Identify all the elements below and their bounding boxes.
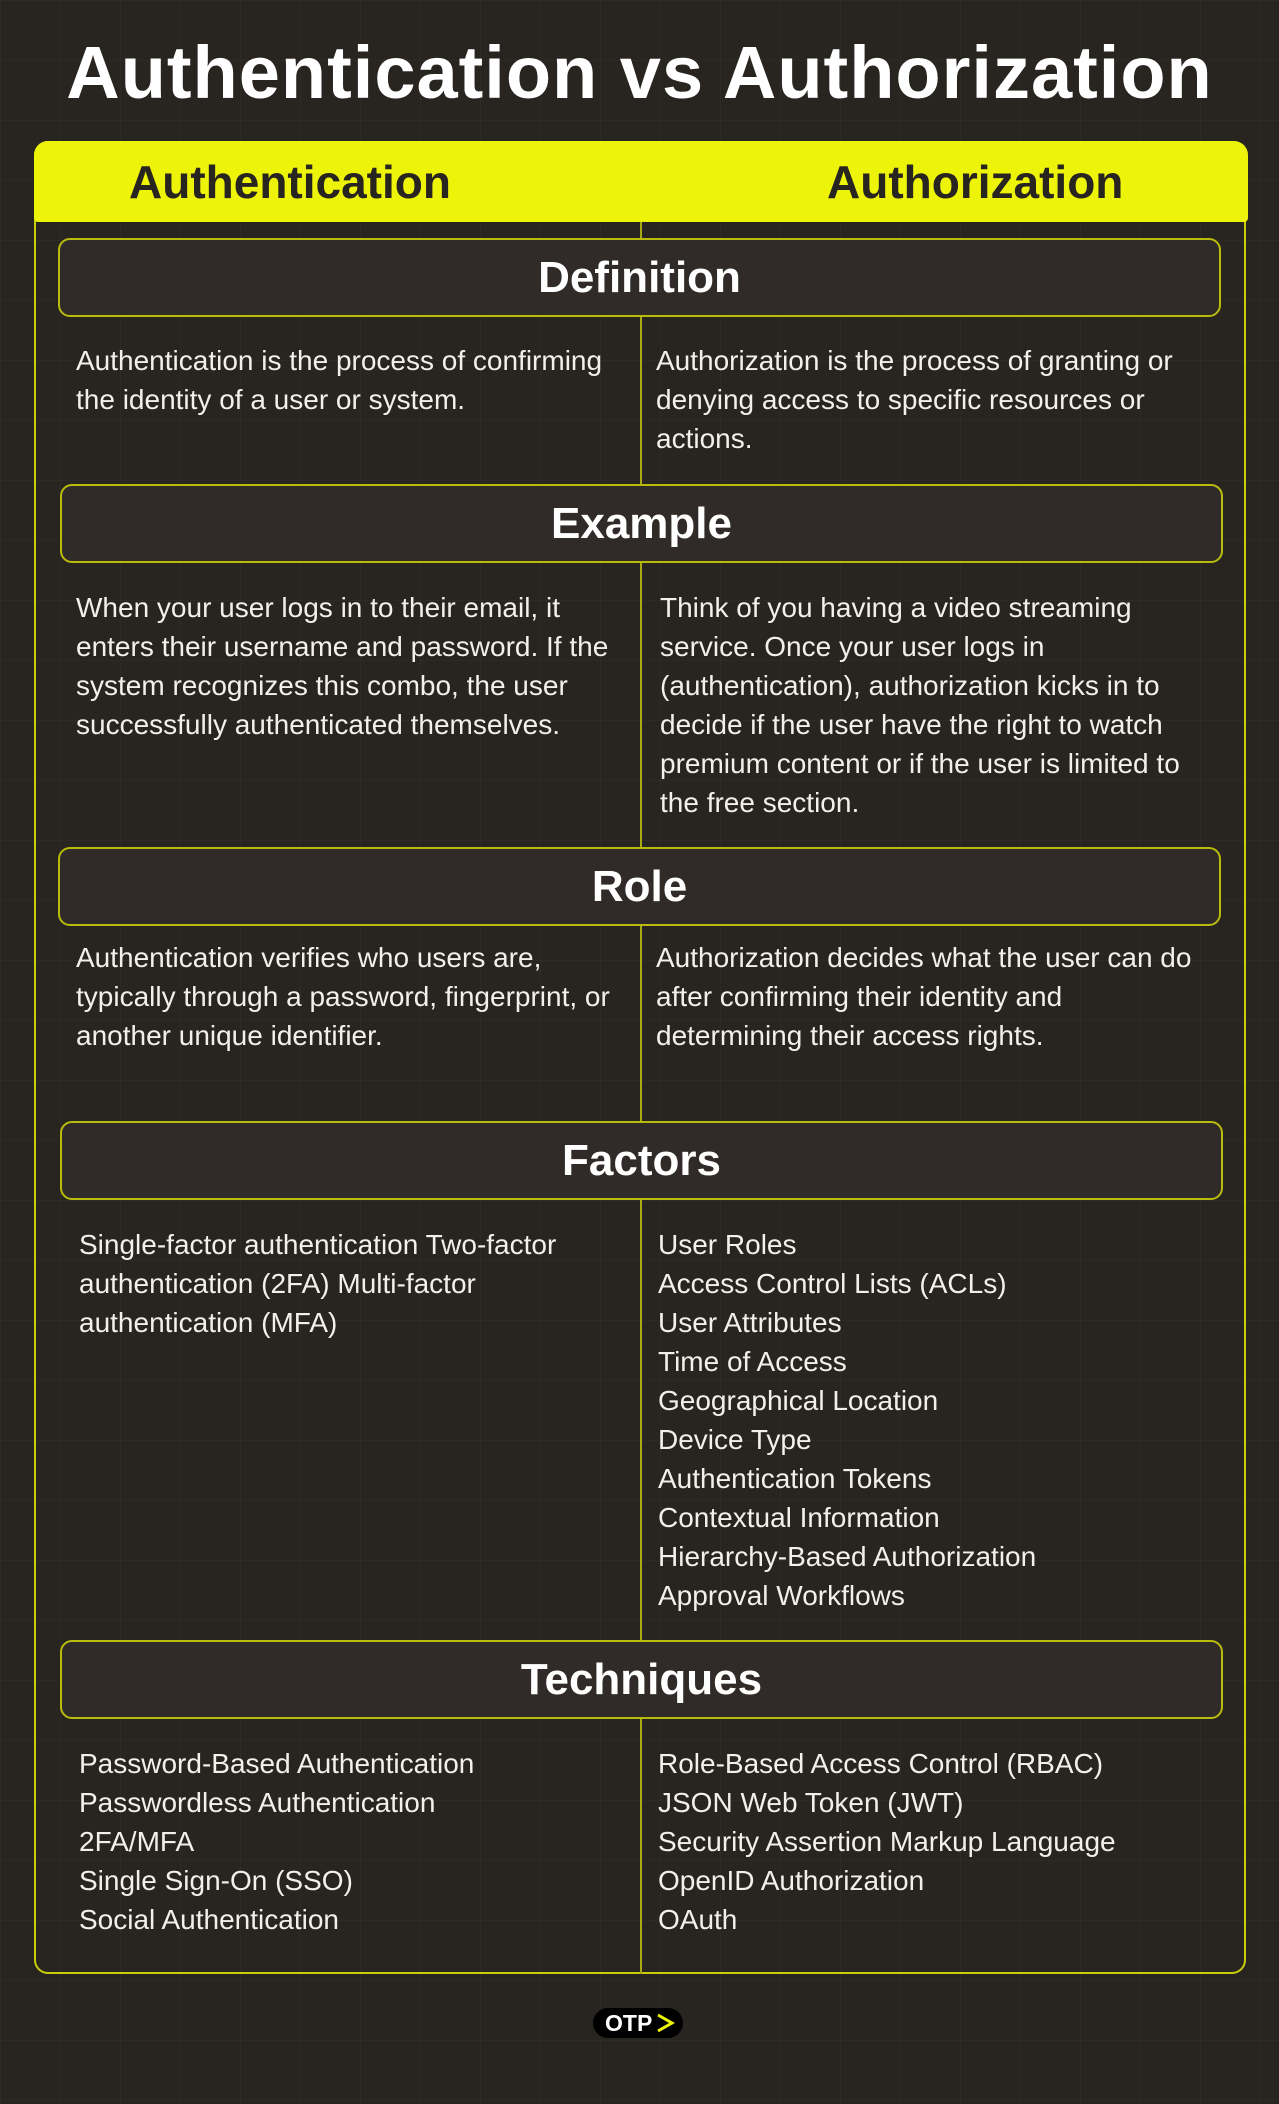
list-item: User Roles <box>658 1229 797 1260</box>
list-item: Social Authentication <box>79 1904 339 1935</box>
factors-authorization-list: User Roles Access Control Lists (ACLs) Use… <box>658 1225 1218 1615</box>
section-heading-factors: Factors <box>60 1121 1223 1200</box>
example-authorization: Think of you having a video streaming se… <box>660 592 1180 818</box>
list-item: Password-Based Authentication <box>79 1748 475 1779</box>
list-item: Role-Based Access Control (RBAC) <box>658 1748 1104 1779</box>
factors-authentication: Single-factor authentication Two-factor … <box>79 1229 557 1338</box>
list-item: Time of Access <box>658 1346 847 1377</box>
play-arrow-icon <box>657 2013 675 2033</box>
definition-authentication: Authentication is the process of confirm… <box>76 345 603 415</box>
section-heading-example: Example <box>60 484 1223 563</box>
section-heading-techniques: Techniques <box>60 1640 1223 1719</box>
list-item: 2FA/MFA <box>79 1826 195 1857</box>
list-item: Device Type <box>658 1424 812 1455</box>
list-item: Passwordless Authentication <box>79 1787 436 1818</box>
techniques-authentication-list: Password-Based Authentication Passwordles… <box>79 1744 639 1939</box>
column-header-authentication: Authentication <box>129 156 451 208</box>
list-item: OpenID Authorization <box>658 1865 925 1896</box>
example-authentication: When your user logs in to their email, i… <box>76 592 609 740</box>
list-item: Access Control Lists (ACLs) <box>658 1268 1007 1299</box>
column-header: Authentication Authorization <box>34 141 1248 222</box>
logo-text: OTP <box>605 2010 653 2036</box>
list-item: JSON Web Token (JWT) <box>658 1787 964 1818</box>
definition-authorization: Authorization is the process of granting… <box>656 345 1173 454</box>
list-item: Hierarchy-Based Authorization <box>658 1541 1037 1572</box>
techniques-authorization-list: Role-Based Access Control (RBAC) JSON Web… <box>658 1744 1218 1939</box>
list-item: Approval Workflows <box>658 1580 905 1611</box>
list-item: Authentication Tokens <box>658 1463 932 1494</box>
list-item: Geographical Location <box>658 1385 939 1416</box>
section-heading-role: Role <box>58 847 1221 926</box>
list-item: Single Sign-On (SSO) <box>79 1865 353 1896</box>
section-heading-definition: Definition <box>58 238 1221 317</box>
list-item: Contextual Information <box>658 1502 940 1533</box>
column-header-authorization: Authorization <box>827 156 1124 208</box>
page-title: Authentication vs Authorization <box>66 31 1213 114</box>
role-authorization: Authorization decides what the user can … <box>656 942 1192 1051</box>
list-item: Security Assertion Markup Language <box>658 1826 1116 1857</box>
list-item: User Attributes <box>658 1307 842 1338</box>
otp-logo: OTP <box>593 2008 683 2038</box>
role-authentication: Authentication verifies who users are, t… <box>76 942 610 1051</box>
list-item: OAuth <box>658 1904 738 1935</box>
